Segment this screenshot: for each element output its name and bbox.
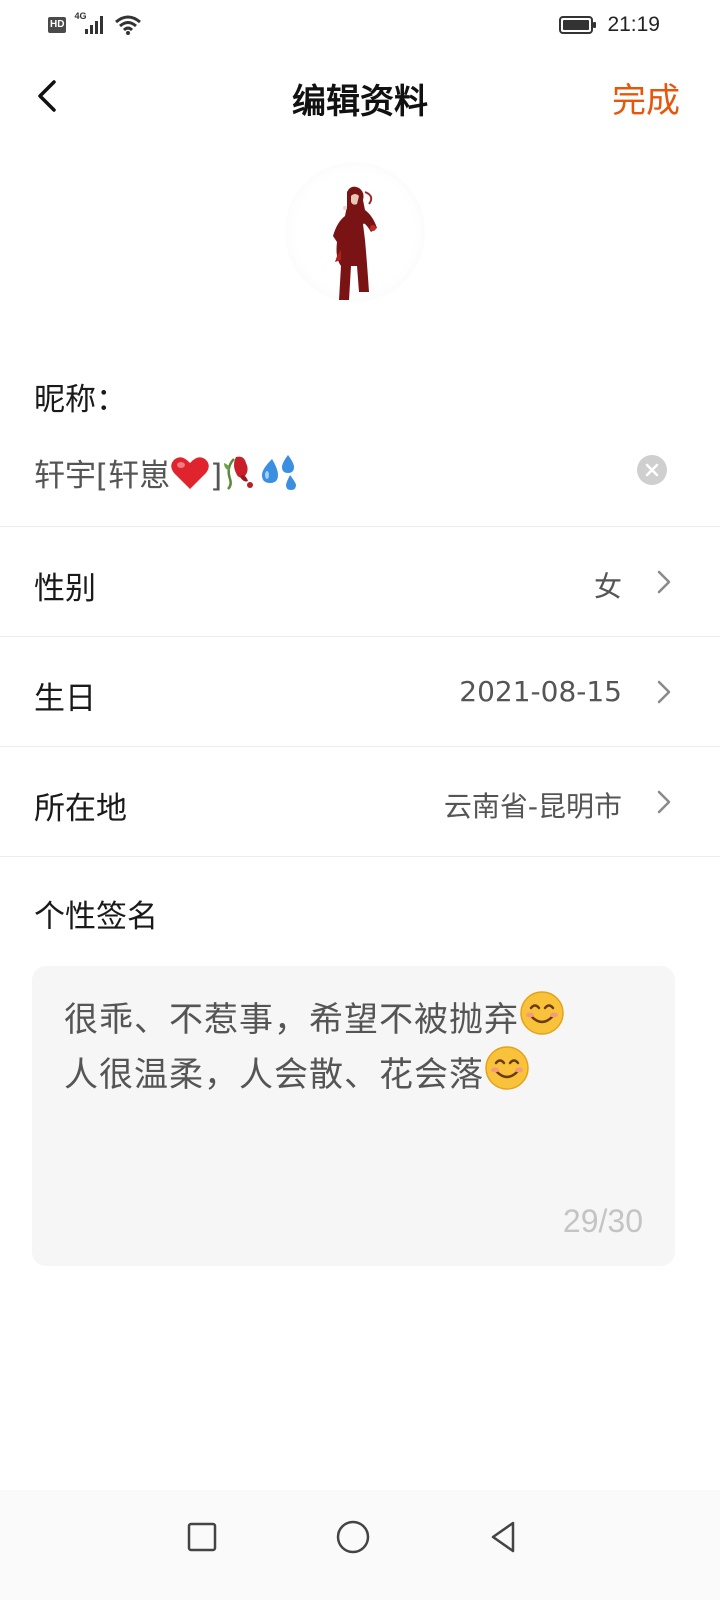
hd-badge: HD	[48, 17, 67, 33]
heart-emoji	[171, 457, 209, 489]
location-label: 所在地	[34, 791, 127, 827]
header: 编辑资料 完成	[0, 58, 720, 134]
location-value: 云南省-昆明市	[443, 790, 622, 823]
birthday-label: 生日	[34, 681, 96, 717]
chevron-right-icon	[657, 790, 671, 814]
nickname-bracket: ]	[210, 458, 223, 494]
avatar-figure	[333, 186, 377, 300]
gender-row[interactable]: 性别 女	[0, 527, 720, 635]
avatar[interactable]	[285, 162, 425, 302]
location-row[interactable]: 所在地 云南省-昆明市	[0, 747, 720, 855]
back-triangle-icon	[491, 1521, 515, 1553]
wilted-rose-emoji	[224, 456, 254, 490]
birthday-value: 2021-08-15	[459, 675, 622, 708]
status-bar-right: 21:19	[559, 12, 660, 38]
signature-line-text: 很乖、不惹事，希望不被抛弃	[64, 1000, 519, 1040]
status-bar: HD 4G 21:19	[0, 0, 720, 50]
chevron-right-icon	[657, 570, 671, 594]
smiling-face-emoji	[485, 1046, 529, 1090]
clear-nickname-button[interactable]	[637, 455, 667, 485]
signature-label: 个性签名	[34, 899, 158, 935]
wifi-icon	[115, 15, 142, 35]
chevron-right-icon	[657, 680, 671, 704]
navigation-bar	[0, 1490, 720, 1600]
signature-char-count: 29/30	[562, 1203, 643, 1239]
signal-icon	[85, 16, 104, 34]
nickname-text: 轩宇[轩崽	[34, 458, 171, 494]
signature-line: 人很温柔，人会散、花会落	[64, 1045, 654, 1100]
birthday-row[interactable]: 生日 2021-08-15	[0, 637, 720, 745]
recent-apps-button[interactable]	[177, 1512, 227, 1562]
done-button[interactable]: 完成	[612, 73, 680, 122]
clear-icon	[645, 463, 659, 477]
gender-label: 性别	[34, 571, 96, 607]
sweat-droplets-emoji	[262, 455, 297, 490]
signature-input[interactable]: 很乖、不惹事，希望不被抛弃 人很温柔，人会散、花会落 29/30	[32, 966, 675, 1266]
nickname-label: 昵称：	[34, 382, 127, 418]
divider	[0, 856, 720, 857]
system-back-button[interactable]	[478, 1512, 528, 1562]
signature-line: 很乖、不惹事，希望不被抛弃	[64, 990, 654, 1045]
smiling-face-emoji	[520, 991, 564, 1035]
home-icon	[336, 1520, 370, 1554]
nickname-field[interactable]: 轩宇[轩崽 ]	[34, 450, 300, 495]
gender-value: 女	[593, 570, 622, 603]
signature-line-text: 人很温柔，人会散、花会落	[64, 1055, 484, 1095]
recent-apps-icon	[187, 1522, 217, 1552]
home-button[interactable]	[328, 1512, 378, 1562]
status-bar-left: HD 4G	[48, 11, 142, 38]
battery-icon	[559, 16, 597, 34]
clock: 21:19	[607, 13, 660, 36]
signature-text: 很乖、不惹事，希望不被抛弃 人很温柔，人会散、花会落	[64, 990, 654, 1100]
